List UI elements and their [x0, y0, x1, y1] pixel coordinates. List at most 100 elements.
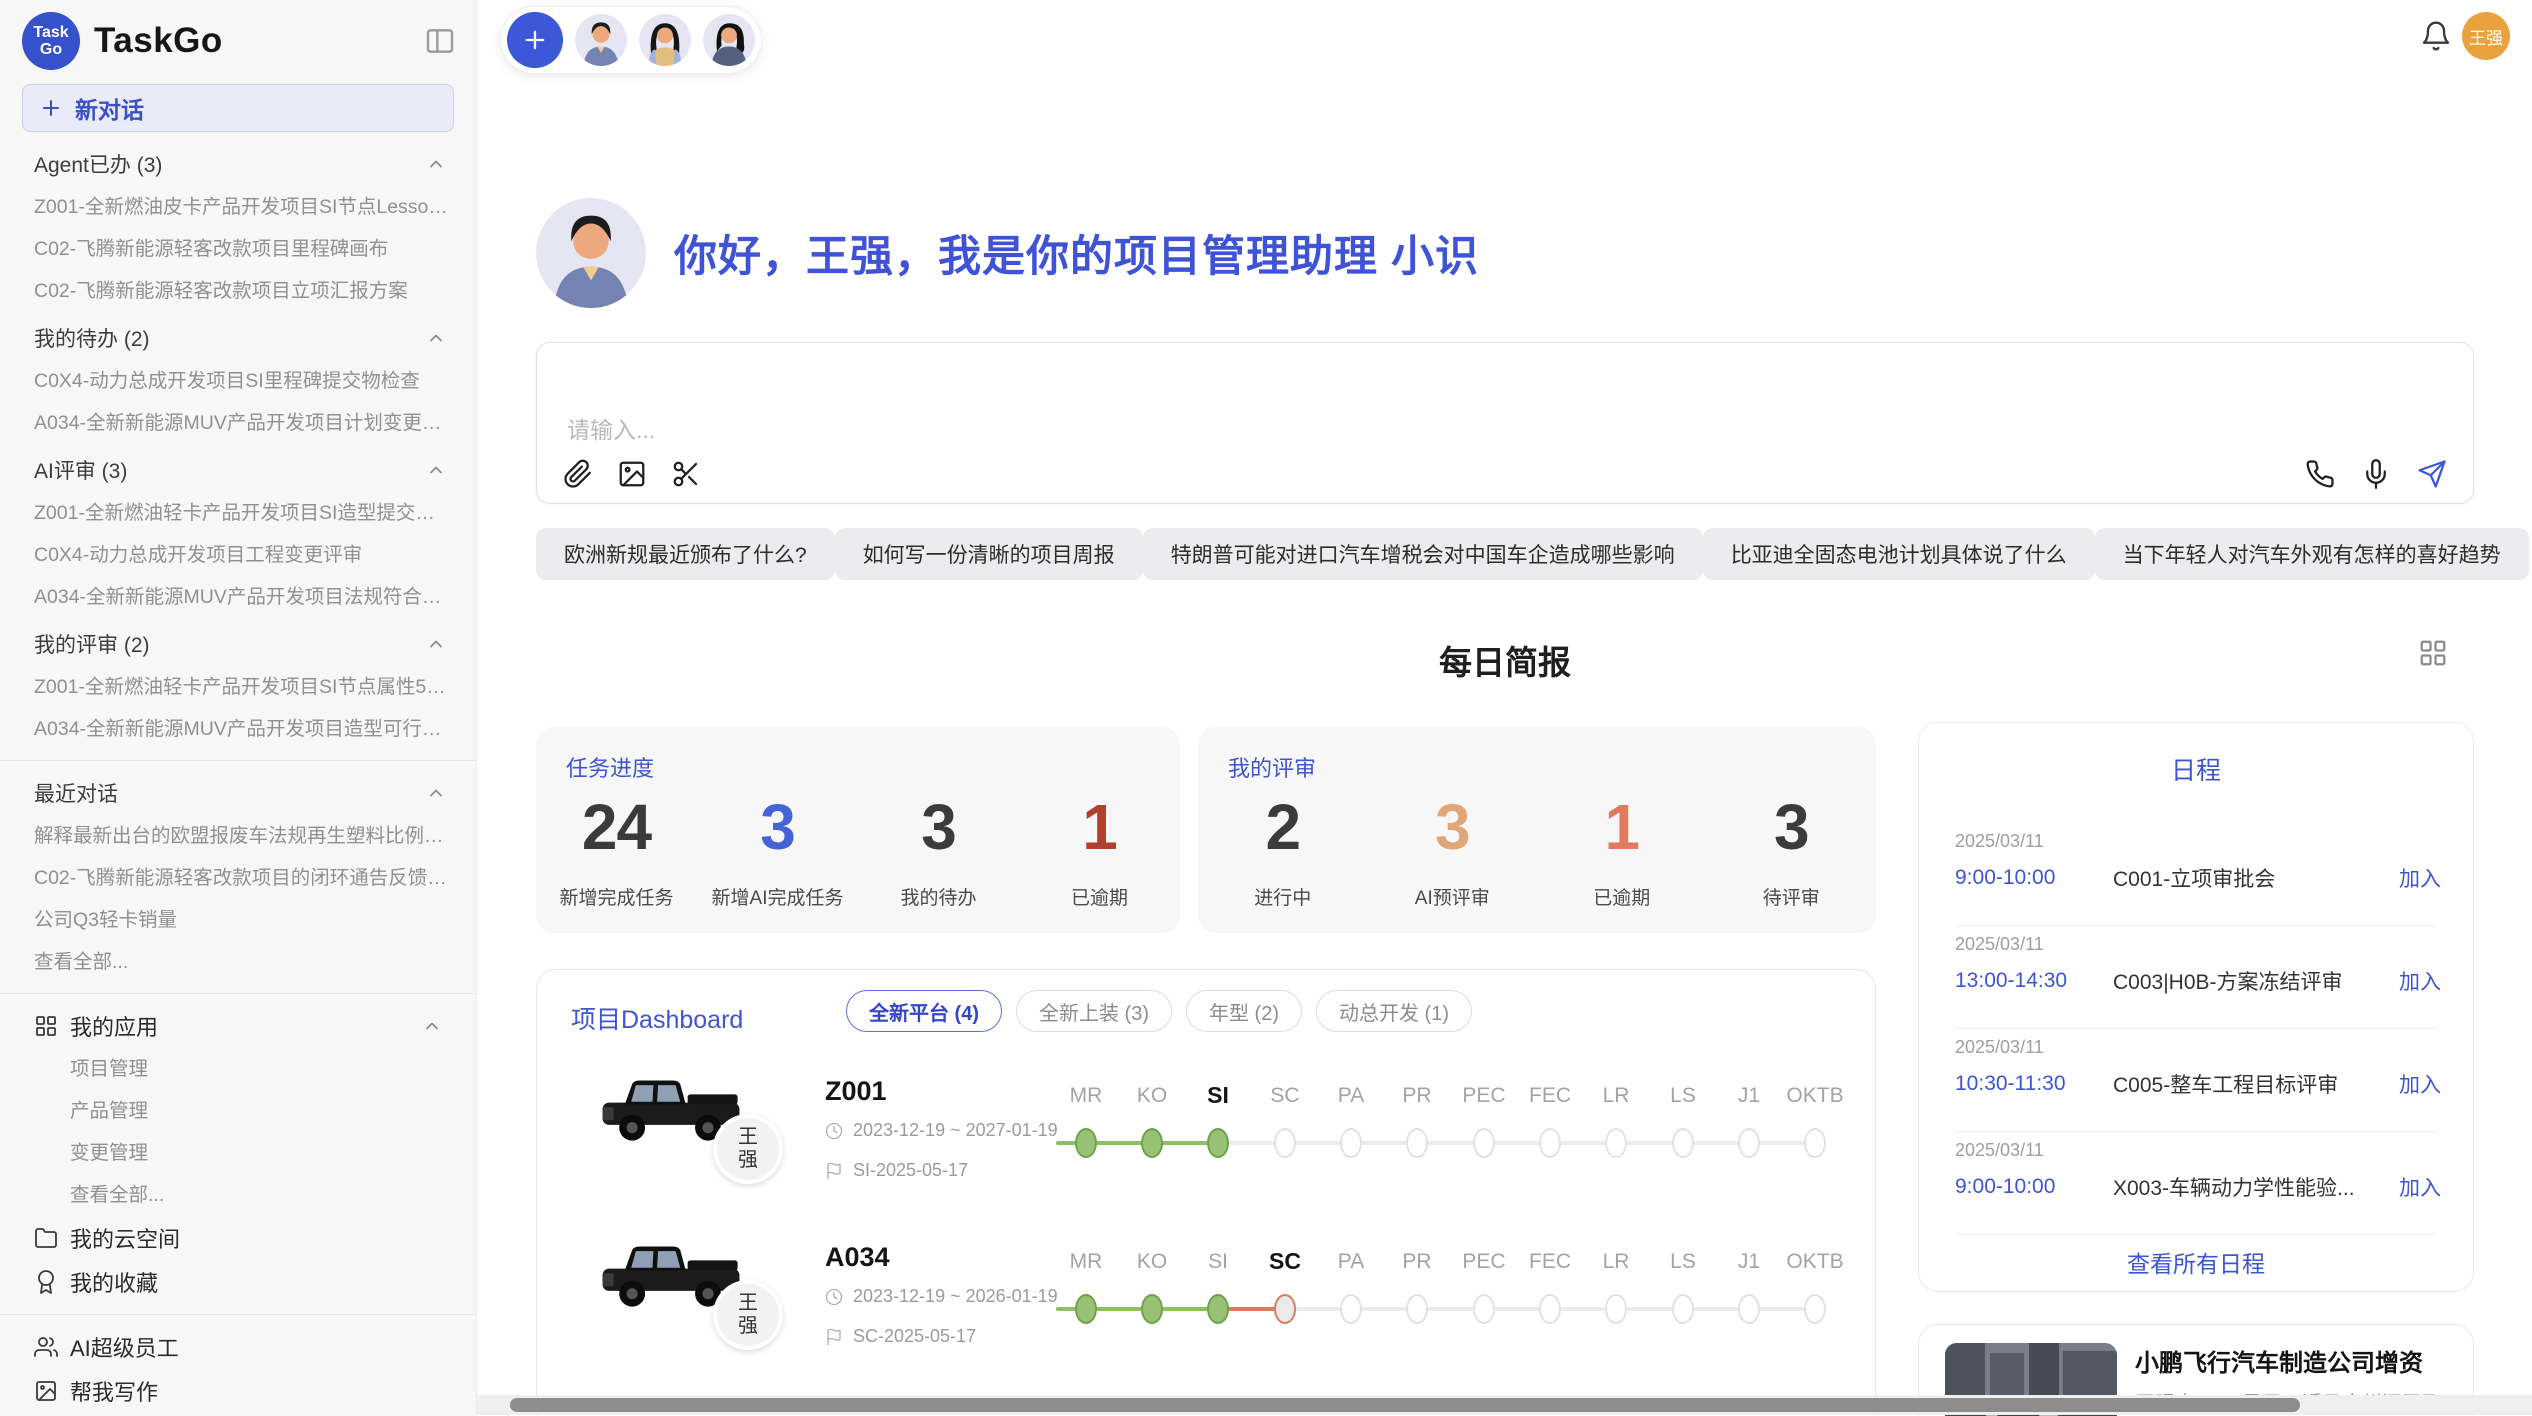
milestone-label: FEC — [1517, 1084, 1583, 1108]
milestone-label-current: SC — [1252, 1248, 1318, 1275]
sidebar-item[interactable]: Z001-全新燃油轻卡产品开发项目SI造型提交物评审 — [0, 492, 476, 534]
filter-chip-powertrain[interactable]: 动总开发 (1) — [1316, 990, 1472, 1032]
microphone-icon[interactable] — [2361, 459, 2391, 489]
sidebar-item[interactable]: C02-飞腾新能源轻客改款项目里程碑画布 — [0, 228, 476, 270]
sidebar-item[interactable]: A034-全新新能源MUV产品开发项目法规符合性评审 — [0, 576, 476, 618]
metric-label: 新增AI完成任务 — [697, 883, 858, 910]
project-flag: SC-2025-05-17 — [825, 1326, 976, 1347]
project-name[interactable]: A034 — [825, 1242, 890, 1273]
event-title: C001-立项审批会 — [2113, 863, 2399, 893]
phone-icon[interactable] — [2305, 459, 2335, 489]
user-avatar[interactable]: 王强 — [2462, 12, 2510, 60]
member-avatar-3[interactable] — [703, 14, 755, 66]
event-join-link[interactable]: 加入 — [2399, 966, 2441, 996]
add-member-button[interactable] — [507, 12, 563, 68]
sidebar-item[interactable]: A034-全新新能源MUV产品开发项目造型可行性评审 — [0, 708, 476, 750]
app-link-change-mgmt[interactable]: 变更管理 — [0, 1132, 476, 1174]
project-dates: 2023-12-19 ~ 2026-01-19 — [825, 1286, 1058, 1307]
metric-value: 3 — [1707, 795, 1877, 859]
app-link-product-mgmt[interactable]: 产品管理 — [0, 1090, 476, 1132]
event-time: 10:30-11:30 — [1955, 1072, 2113, 1096]
recent-chat-item[interactable]: 解释最新出台的欧盟报废车法规再生塑料比例被调至15%... — [0, 815, 476, 857]
event-join-link[interactable]: 加入 — [2399, 863, 2441, 893]
milestone-label: J1 — [1716, 1250, 1782, 1274]
recent-view-all-link[interactable]: 查看全部... — [0, 941, 476, 983]
sidebar-item-my-cloud[interactable]: 我的云空间 — [0, 1216, 476, 1260]
new-chat-button[interactable]: 新对话 — [22, 84, 454, 132]
metric: 3 我的待办 — [858, 795, 1019, 910]
sidebar-section-agent-done[interactable]: Agent已办 (3) — [0, 142, 476, 186]
filter-chip-new-body[interactable]: 全新上装 (3) — [1016, 990, 1172, 1032]
image-upload-icon[interactable] — [617, 459, 647, 489]
suggestion-chip[interactable]: 特朗普可能对进口汽车增税会对中国车企造成哪些影响 — [1143, 528, 1703, 580]
filter-chip-model-year[interactable]: 年型 (2) — [1186, 990, 1302, 1032]
app-link-project-mgmt[interactable]: 项目管理 — [0, 1048, 476, 1090]
member-avatar-1[interactable] — [575, 14, 627, 66]
briefing-title: 每日简报 — [536, 636, 2474, 684]
sidebar-section-ai-review[interactable]: AI评审 (3) — [0, 448, 476, 492]
milestone-node — [1672, 1128, 1694, 1158]
member-avatar-2[interactable] — [639, 14, 691, 66]
greeting-row: 你好，王强，我是你的项目管理助理 小识 — [536, 198, 1479, 308]
event-join-link[interactable]: 加入 — [2399, 1069, 2441, 1099]
sidebar-item-ai-super-staff[interactable]: AI超级员工 — [0, 1325, 476, 1369]
user-avatar-label: 王强 — [2469, 24, 2503, 49]
sidebar-section-my-todo[interactable]: 我的待办 (2) — [0, 316, 476, 360]
sidebar-item[interactable]: A034-全新新能源MUV产品开发项目计划变更表编写 — [0, 402, 476, 444]
view-all-schedule-link[interactable]: 查看所有日程 — [1919, 1245, 2473, 1279]
milestone-node — [1274, 1128, 1296, 1158]
sidebar-section-recent-chats[interactable]: 最近对话 — [0, 771, 476, 815]
event-date: 2025/03/11 — [1955, 934, 2044, 955]
recent-chat-item[interactable]: C02-飞腾新能源轻客改款项目的闭环通告反馈情况 — [0, 857, 476, 899]
attachment-icon[interactable] — [563, 459, 593, 489]
sidebar-item[interactable]: C0X4-动力总成开发项目工程变更评审 — [0, 534, 476, 576]
milestone-node — [1539, 1294, 1561, 1324]
sidebar-item-my-favorites[interactable]: 我的收藏 — [0, 1260, 476, 1304]
card-title: 任务进度 — [566, 751, 654, 783]
sidebar-section-my-review[interactable]: 我的评审 (2) — [0, 622, 476, 666]
sidebar-collapse-icon[interactable] — [424, 25, 456, 57]
milestone-node — [1473, 1294, 1495, 1324]
member-pill — [500, 6, 762, 74]
notification-bell-icon[interactable] — [2420, 20, 2452, 52]
event-join-link[interactable]: 加入 — [2399, 1172, 2441, 1202]
sidebar-item[interactable]: Z001-全新燃油皮卡产品开发项目SI节点Lesson Learn报告 — [0, 186, 476, 228]
chevron-up-icon — [422, 1016, 442, 1036]
section-title: 我的待办 (2) — [34, 323, 150, 353]
image-icon — [34, 1379, 58, 1403]
metric-value: 3 — [858, 795, 1019, 859]
layout-grid-icon[interactable] — [2418, 638, 2448, 668]
filter-chip-new-platform[interactable]: 全新平台 (4) — [846, 990, 1002, 1032]
sidebar-item-my-apps[interactable]: 我的应用 — [0, 1004, 476, 1048]
milestone-node — [1340, 1128, 1362, 1158]
owner-name: 王强 — [737, 1126, 759, 1172]
event-title: C003|H0B-方案冻结评审 — [2113, 966, 2399, 996]
chat-input[interactable]: 请输入... — [536, 342, 2474, 504]
sidebar-item-help-me-write[interactable]: 帮我写作 — [0, 1369, 476, 1413]
sidebar-item[interactable]: C0X4-动力总成开发项目SI里程碑提交物检查 — [0, 360, 476, 402]
suggestion-chip[interactable]: 如何写一份清晰的项目周报 — [835, 528, 1143, 580]
metric: 1 已逾期 — [1019, 795, 1180, 910]
milestone-node — [1738, 1128, 1760, 1158]
horizontal-scrollbar-thumb[interactable] — [510, 1398, 2300, 1412]
divider — [0, 1314, 476, 1315]
schedule-event: 2025/03/11 13:00-14:30 C003|H0B-方案冻结评审 加… — [1919, 926, 2473, 1029]
suggestion-chip[interactable]: 当下年轻人对汽车外观有怎样的喜好趋势 — [2095, 528, 2529, 580]
project-flag: SI-2025-05-17 — [825, 1160, 968, 1181]
suggestion-chip[interactable]: 比亚迪全固态电池计划具体说了什么 — [1703, 528, 2095, 580]
sidebar-item[interactable]: Z001-全新燃油轻卡产品开发项目SI节点属性5D文件评审 — [0, 666, 476, 708]
chevron-up-icon — [426, 154, 446, 174]
metric: 2 进行中 — [1198, 795, 1368, 910]
new-chat-label: 新对话 — [75, 91, 144, 125]
milestone-label: OKTB — [1782, 1084, 1848, 1108]
sidebar-item[interactable]: C02-飞腾新能源轻客改款项目立项汇报方案 — [0, 270, 476, 312]
send-icon[interactable] — [2417, 459, 2447, 489]
clock-icon — [825, 1288, 843, 1306]
section-title: 最近对话 — [34, 778, 118, 808]
suggestion-chip[interactable]: 欧洲新规最近颁布了什么? — [536, 528, 835, 580]
project-name[interactable]: Z001 — [825, 1076, 887, 1107]
metric-label: 新增完成任务 — [536, 883, 697, 910]
apps-view-all-link[interactable]: 查看全部... — [0, 1174, 476, 1216]
scissors-icon[interactable] — [671, 459, 701, 489]
recent-chat-item[interactable]: 公司Q3轻卡销量 — [0, 899, 476, 941]
